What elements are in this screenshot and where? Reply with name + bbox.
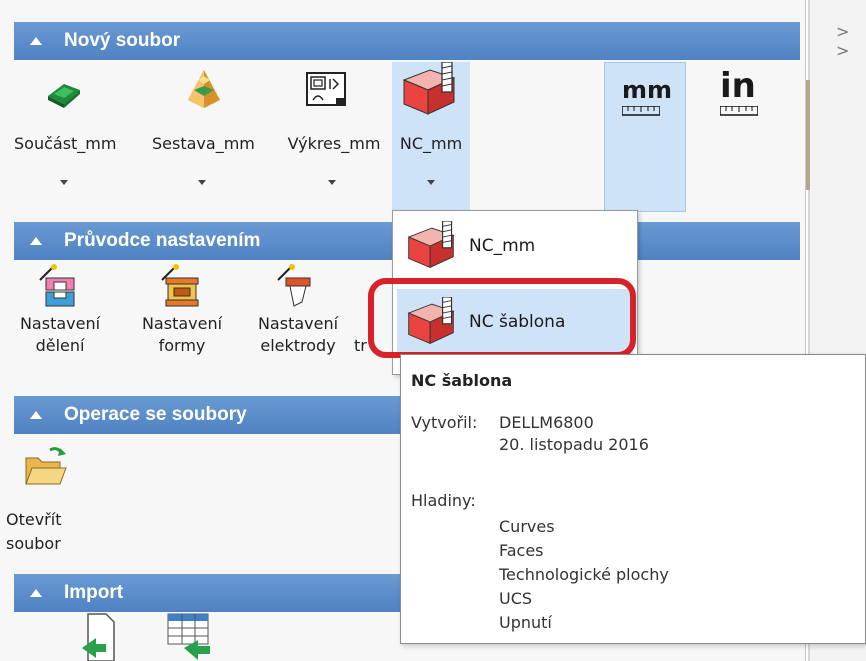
- open-folder-icon: [25, 447, 67, 485]
- dropdown-arrow-icon[interactable]: [427, 180, 435, 185]
- tool-label: Otevřít: [6, 510, 62, 529]
- ruler-icon: [720, 106, 758, 116]
- tool-label: dělení: [35, 336, 85, 355]
- tool-label: Nastavení: [141, 314, 223, 333]
- mold-wizard-icon: [161, 264, 199, 307]
- tool-label: Výkres_mm: [287, 134, 381, 153]
- unit-in-label[interactable]: in: [720, 66, 756, 106]
- tool-nastaveni-elektrody[interactable]: Nastavení elektrody: [252, 264, 344, 384]
- expand-chevron-icon[interactable]: > >: [836, 22, 866, 60]
- template-tooltip: NC šablona Vytvořil: DELLM6800 20. listo…: [400, 354, 866, 644]
- tool-label: Součást_mm: [14, 134, 117, 153]
- section-title: Průvodce nastavením: [64, 230, 261, 251]
- section-header-novy-soubor[interactable]: Nový soubor: [14, 22, 800, 60]
- tool-nc-mm[interactable]: NC_mm: [392, 62, 470, 212]
- dropdown-arrow-icon[interactable]: [60, 180, 68, 185]
- dropdown-arrow-icon[interactable]: [198, 180, 206, 185]
- tooltip-layers-label: Hladiny:: [411, 491, 476, 510]
- parting-wizard-icon: [39, 264, 75, 307]
- tool-label: Nastavení: [257, 314, 339, 333]
- unit-mm-label: mm: [622, 76, 673, 104]
- tool-label: Sestava_mm: [152, 134, 255, 153]
- nc-machining-icon: [407, 221, 455, 269]
- section-title: Nový soubor: [64, 30, 181, 51]
- tooltip-layer: Faces: [499, 541, 544, 560]
- tool-nastaveni-formy[interactable]: Nastavení formy: [136, 264, 228, 384]
- section-title: Operace se soubory: [64, 404, 247, 425]
- splitter-handle[interactable]: [806, 80, 810, 190]
- tool-otevrit-soubor[interactable]: Otevřít soubor: [6, 440, 104, 560]
- import-file-icon[interactable]: [80, 612, 120, 661]
- tooltip-layer: Upnutí: [499, 613, 552, 632]
- dropdown-item-nc-mm[interactable]: NC_mm: [397, 213, 633, 279]
- tool-nastaveni-deleni[interactable]: Nastavení dělení: [14, 264, 106, 384]
- section-title: Import: [64, 582, 124, 603]
- annotation-highlight-ring: [368, 278, 636, 358]
- tool-vykres-mm[interactable]: Výkres_mm: [284, 62, 384, 212]
- part-icon: [48, 84, 80, 108]
- import-table-icon[interactable]: [166, 612, 212, 661]
- electrode-wizard-icon: [277, 264, 311, 307]
- dropdown-arrow-icon[interactable]: [328, 180, 336, 185]
- tooltip-created-label: Vytvořil:: [411, 413, 478, 432]
- tooltip-title: NC šablona: [411, 371, 513, 390]
- tooltip-created-by: DELLM6800: [499, 413, 594, 432]
- collapse-triangle-icon[interactable]: [30, 411, 42, 419]
- tooltip-layer: Curves: [499, 517, 555, 536]
- dropdown-item-label: NC_mm: [469, 236, 536, 256]
- ruler-icon: [622, 106, 660, 116]
- tool-label: NC_mm: [399, 134, 463, 153]
- collapse-triangle-icon[interactable]: [30, 37, 42, 45]
- tooltip-created-date: 20. listopadu 2016: [499, 435, 649, 454]
- tool-sestava-mm[interactable]: Sestava_mm: [152, 62, 255, 212]
- tool-soucast-mm[interactable]: Součást_mm: [14, 62, 117, 212]
- collapse-triangle-icon[interactable]: [30, 589, 42, 597]
- drawing-icon: [306, 72, 346, 106]
- tooltip-layer: Technologické plochy: [499, 565, 669, 584]
- tool-label: soubor: [6, 534, 61, 553]
- tool-label: formy: [158, 336, 206, 355]
- tooltip-layer: UCS: [499, 589, 533, 608]
- assembly-icon: [188, 70, 220, 108]
- collapse-triangle-icon[interactable]: [30, 237, 42, 245]
- tool-label: elektrody: [260, 336, 336, 355]
- tool-label: Nastavení: [19, 314, 101, 333]
- nc-machining-icon: [402, 62, 456, 115]
